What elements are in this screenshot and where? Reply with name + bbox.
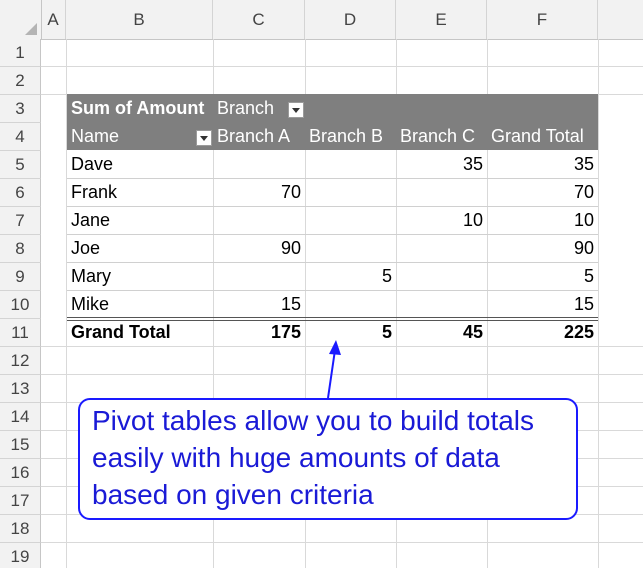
row-header[interactable]: 10 — [0, 291, 41, 319]
pivot-cell[interactable]: 10 — [487, 206, 594, 234]
pivot-row-field-label[interactable]: Name — [71, 122, 119, 150]
row-header[interactable]: 13 — [0, 375, 41, 403]
column-header-d[interactable]: D — [305, 0, 396, 39]
row-header[interactable]: 7 — [0, 207, 41, 235]
grid-line — [598, 39, 599, 568]
row-header[interactable]: 15 — [0, 431, 41, 459]
column-header-a[interactable]: A — [41, 0, 66, 39]
column-filter-dropdown-icon[interactable] — [288, 102, 304, 118]
pivot-cell[interactable] — [396, 234, 483, 262]
callout-arrow-icon — [327, 340, 341, 399]
pivot-cell[interactable]: 10 — [396, 206, 483, 234]
pivot-cell[interactable] — [305, 234, 392, 262]
column-header-c[interactable]: C — [213, 0, 305, 39]
pivot-cell[interactable] — [396, 290, 483, 318]
pivot-cell[interactable] — [213, 262, 301, 290]
pivot-cell[interactable]: 90 — [213, 234, 301, 262]
pivot-column-field-label[interactable]: Branch — [217, 94, 274, 122]
pivot-row-label[interactable]: Dave — [71, 150, 113, 178]
row-header[interactable]: 17 — [0, 487, 41, 515]
pivot-row-label[interactable]: Mike — [71, 290, 109, 318]
pivot-cell[interactable] — [396, 178, 483, 206]
select-all-icon — [25, 23, 37, 35]
pivot-cell[interactable] — [213, 206, 301, 234]
pivot-cell[interactable]: 70 — [213, 178, 301, 206]
row-header[interactable]: 5 — [0, 151, 41, 179]
grid-line — [41, 542, 643, 543]
column-header-f[interactable]: F — [487, 0, 598, 39]
pivot-cell[interactable] — [213, 150, 301, 178]
row-header[interactable]: 11 — [0, 319, 41, 347]
pivot-column-header[interactable]: Branch A — [217, 122, 290, 150]
callout-box[interactable]: Pivot tables allow you to build totals e… — [78, 398, 578, 520]
pivot-cell[interactable] — [305, 150, 392, 178]
row-header[interactable]: 19 — [0, 543, 41, 568]
pivot-row-label[interactable]: Jane — [71, 206, 110, 234]
row-header[interactable]: 9 — [0, 263, 41, 291]
pivot-column-header[interactable]: Branch B — [309, 122, 383, 150]
spreadsheet[interactable]: A B C D E F 1 2 3 4 5 6 7 8 9 10 11 12 1… — [0, 0, 643, 568]
row-header[interactable]: 14 — [0, 403, 41, 431]
select-all-corner[interactable] — [0, 0, 42, 39]
callout-text: Pivot tables allow you to build totals e… — [92, 405, 535, 510]
pivot-cell[interactable]: 15 — [213, 290, 301, 318]
row-header[interactable]: 2 — [0, 67, 41, 95]
row-header[interactable]: 6 — [0, 179, 41, 207]
pivot-cell[interactable]: 5 — [305, 262, 392, 290]
grand-total-cell[interactable]: 175 — [213, 318, 301, 346]
grand-total-cell[interactable]: 225 — [487, 318, 594, 346]
row-filter-dropdown-icon[interactable] — [196, 130, 212, 146]
pivot-cell[interactable]: 5 — [487, 262, 594, 290]
grand-total-label[interactable]: Grand Total — [71, 318, 171, 346]
column-header-e[interactable]: E — [396, 0, 487, 39]
pivot-cell[interactable] — [396, 262, 483, 290]
grand-total-cell[interactable]: 45 — [396, 318, 483, 346]
pivot-cell[interactable]: 90 — [487, 234, 594, 262]
pivot-row-label[interactable]: Joe — [71, 234, 100, 262]
pivot-cell[interactable]: 70 — [487, 178, 594, 206]
pivot-cell[interactable]: 15 — [487, 290, 594, 318]
row-header[interactable]: 16 — [0, 459, 41, 487]
pivot-cell[interactable] — [305, 178, 392, 206]
pivot-column-header[interactable]: Branch C — [400, 122, 475, 150]
column-header-g[interactable] — [598, 0, 643, 39]
pivot-cell[interactable] — [305, 290, 392, 318]
row-header[interactable]: 8 — [0, 235, 41, 263]
grid-line — [41, 66, 643, 67]
pivot-cell[interactable]: 35 — [396, 150, 483, 178]
column-header-b[interactable]: B — [66, 0, 213, 39]
pivot-value-field-label[interactable]: Sum of Amount — [71, 94, 204, 122]
row-header[interactable]: 3 — [0, 95, 41, 123]
row-header[interactable]: 12 — [0, 347, 41, 375]
pivot-cell[interactable]: 35 — [487, 150, 594, 178]
pivot-cell[interactable] — [305, 206, 392, 234]
row-header[interactable]: 18 — [0, 515, 41, 543]
row-header[interactable]: 1 — [0, 39, 41, 67]
row-header[interactable]: 4 — [0, 123, 41, 151]
pivot-row-label[interactable]: Mary — [71, 262, 111, 290]
pivot-column-header[interactable]: Grand Total — [491, 122, 584, 150]
pivot-row-label[interactable]: Frank — [71, 178, 117, 206]
